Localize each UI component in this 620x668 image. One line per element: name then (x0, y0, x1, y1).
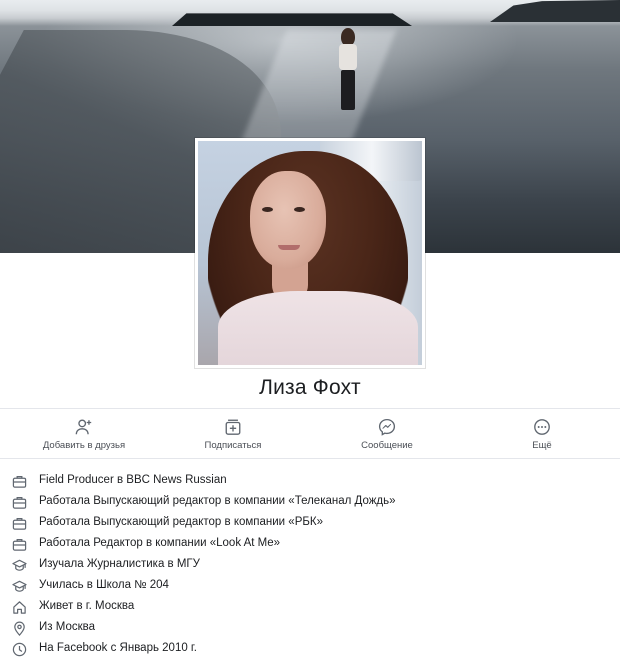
location-pin-icon (14, 621, 25, 636)
intro-item-joined: На Facebook с Январь 2010 г. (0, 639, 620, 660)
intro-list: Field Producer в BBC News Russian Работа… (0, 471, 620, 660)
briefcase-icon (12, 539, 27, 551)
more-label: Ещё (532, 440, 552, 451)
graduation-cap-icon (12, 580, 27, 592)
subscribe-button[interactable]: Подписаться (163, 409, 303, 458)
intro-item-text: Работала Выпускающий редактор в компании… (39, 516, 324, 528)
home-icon (13, 601, 26, 614)
briefcase-icon (12, 497, 27, 509)
intro-item-text: Работала Редактор в компании «Look At Me… (39, 537, 281, 549)
add-friend-icon (75, 419, 92, 435)
intro-item-work: Работала Выпускающий редактор в компании… (0, 513, 620, 534)
graduation-cap-icon (12, 559, 27, 571)
messenger-icon (378, 418, 396, 436)
intro-item-education: Изучала Журналистика в МГУ (0, 555, 620, 576)
cover-person-figure (336, 28, 360, 114)
message-button[interactable]: Сообщение (317, 409, 457, 458)
more-button[interactable]: Ещё (472, 409, 612, 458)
intro-item-work: Работала Выпускающий редактор в компании… (0, 492, 620, 513)
intro-item-text: Живет в г. Москва (39, 600, 135, 612)
clock-icon (12, 642, 27, 657)
intro-item-text: На Facebook с Январь 2010 г. (39, 642, 197, 654)
cover-hills-shape (490, 0, 620, 22)
intro-item-education: Училась в Школа № 204 (0, 576, 620, 597)
intro-item-text: Field Producer в BBC News Russian (39, 474, 227, 486)
message-label: Сообщение (361, 440, 413, 451)
intro-item-work: Field Producer в BBC News Russian (0, 471, 620, 492)
divider (0, 458, 620, 459)
intro-item-lives-in: Живет в г. Москва (0, 597, 620, 618)
cover-pier-shape (172, 13, 412, 26)
add-friend-label: Добавить в друзья (42, 440, 126, 451)
intro-item-text: Из Москва (39, 621, 95, 633)
subscribe-icon (225, 419, 241, 435)
subscribe-label: Подписаться (204, 440, 262, 451)
profile-name: Лиза Фохт (259, 376, 361, 399)
intro-item-work: Работала Редактор в компании «Look At Me… (0, 534, 620, 555)
intro-item-from: Из Москва (0, 618, 620, 639)
avatar (198, 141, 422, 365)
intro-item-text: Работала Выпускающий редактор в компании… (39, 495, 396, 507)
profile-picture[interactable] (195, 138, 425, 368)
intro-item-text: Училась в Школа № 204 (39, 579, 169, 591)
add-friend-button[interactable]: Добавить в друзья (14, 409, 154, 458)
intro-item-text: Изучала Журналистика в МГУ (39, 558, 200, 570)
briefcase-icon (12, 476, 27, 488)
more-icon (534, 419, 550, 435)
briefcase-icon (12, 518, 27, 530)
profile-action-bar: Добавить в друзья Подписаться Сообщение … (0, 409, 620, 458)
